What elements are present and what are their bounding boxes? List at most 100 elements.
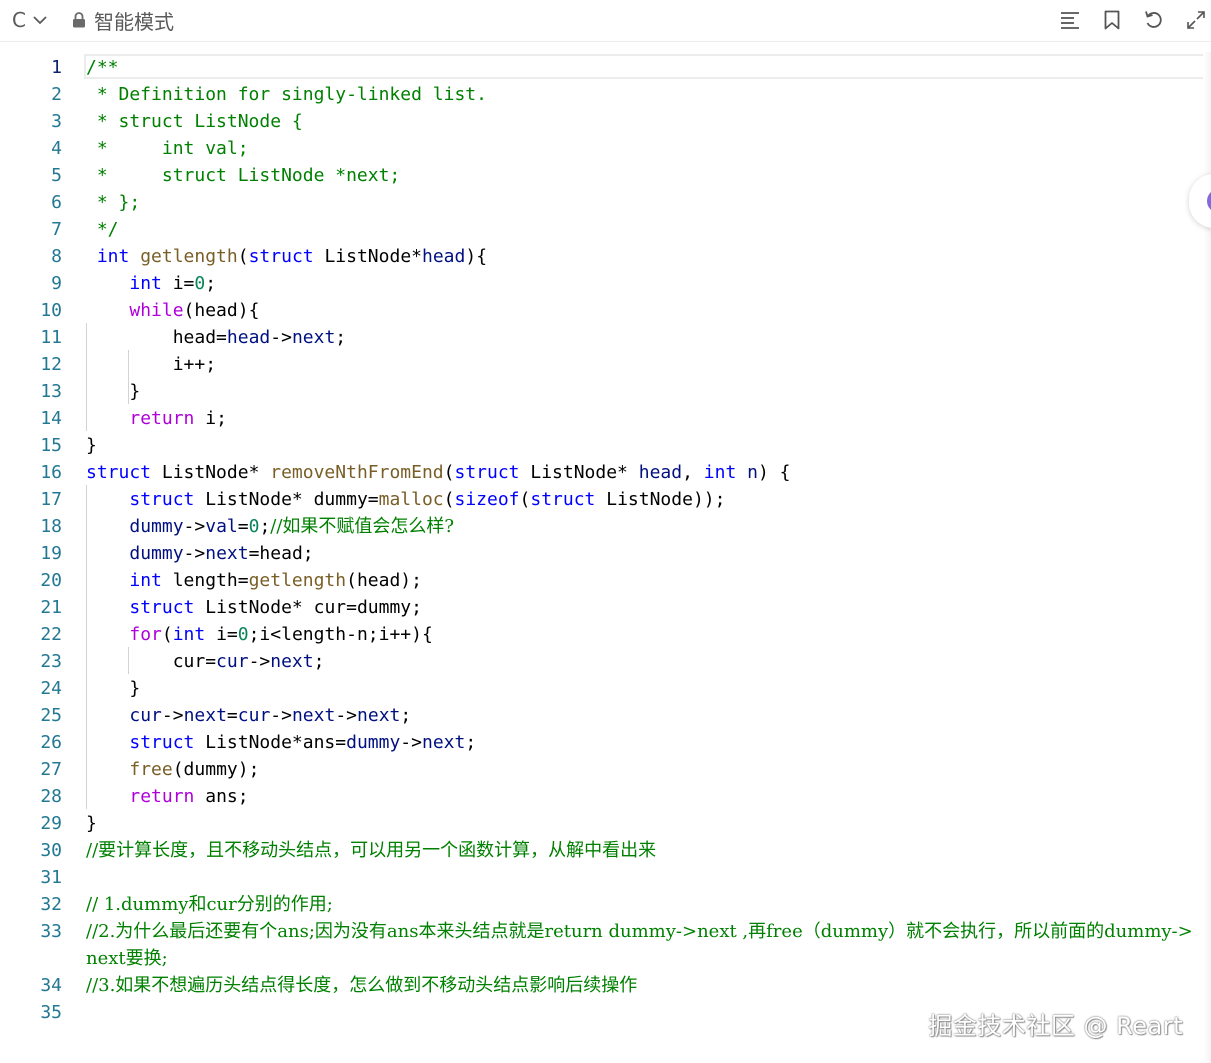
assistant-icon <box>1207 189 1211 213</box>
keyword-token: int <box>96 246 130 267</box>
expand-icon[interactable] <box>1185 9 1207 31</box>
toolbar-left: C 智能模式 <box>12 0 174 40</box>
keyword-token: int <box>703 462 737 483</box>
code-line: * }; <box>86 189 1204 216</box>
code-token: ( <box>237 246 249 267</box>
watermark: 掘金技术社区 @ Reart <box>928 1012 1183 1040</box>
code-token: ListNode* dummy= <box>194 489 379 510</box>
line-number: 5 <box>51 165 62 186</box>
code-token: cur= <box>86 651 217 672</box>
editor-toolbar: C 智能模式 <box>0 0 1211 42</box>
code-line: cur=cur->next; <box>86 648 1204 675</box>
line-number: 23 <box>40 651 62 672</box>
code-line: int i=0; <box>86 270 1204 297</box>
variable-token: head <box>422 246 466 267</box>
control-token: return <box>129 408 195 429</box>
code-token: ListNode* <box>313 246 422 267</box>
comment-token: * Definition for singly-linked list. <box>86 84 487 105</box>
variable-token: dummy <box>129 543 184 564</box>
code-line: return ans; <box>86 783 1204 810</box>
code-line: //2.为什么最后还要有个ans;因为没有ans本来头结点就是return du… <box>86 918 1204 972</box>
code-token: = <box>226 705 238 726</box>
line-number: 32 <box>40 894 62 915</box>
code-token: ListNode* <box>151 462 271 483</box>
code-token: (dummy); <box>172 759 260 780</box>
code-token: ans; <box>194 786 249 807</box>
variable-token: cur <box>216 651 249 672</box>
reset-icon[interactable] <box>1143 9 1165 31</box>
line-number: 21 <box>40 597 62 618</box>
code-token: , <box>682 462 704 483</box>
code-token: (head){ <box>183 300 260 321</box>
keyword-token: int <box>172 624 206 645</box>
control-token: return <box>129 786 195 807</box>
code-line: struct ListNode*ans=dummy->next; <box>86 729 1204 756</box>
line-number: 29 <box>40 813 62 834</box>
line-number: 8 <box>51 246 62 267</box>
code-editor[interactable]: 1 2 3 4 5 6 7 8 9 10 11 12 13 14 15 16 1… <box>0 52 1211 1063</box>
code-token: ; <box>259 516 271 537</box>
line-number: 2 <box>51 84 62 105</box>
code-line: * struct ListNode { <box>86 108 1204 135</box>
format-icon[interactable] <box>1059 9 1081 31</box>
line-number: 35 <box>40 1002 62 1023</box>
code-line: //要计算长度，且不移动头结点，可以用另一个函数计算，从解中看出来 <box>86 837 1204 864</box>
comment-token: //要计算长度，且不移动头结点，可以用另一个函数计算，从解中看出来 <box>86 840 657 861</box>
code-line: for(int i=0;i<length-n;i++){ <box>86 621 1204 648</box>
code-line: /** <box>86 54 1204 81</box>
line-number: 31 <box>40 867 62 888</box>
language-selector[interactable]: C <box>12 8 48 32</box>
number-token: 0 <box>194 273 206 294</box>
code-line: struct ListNode* dummy=malloc(sizeof(str… <box>86 486 1204 513</box>
code-line: cur->next=cur->next->next; <box>86 702 1204 729</box>
line-number: 34 <box>40 975 62 996</box>
variable-token: val <box>205 516 238 537</box>
code-token: i; <box>194 408 227 429</box>
code-line: } <box>86 675 1204 702</box>
code-token: ) { <box>757 462 791 483</box>
line-number: 9 <box>51 273 62 294</box>
code-line: head=head->next; <box>86 324 1204 351</box>
line-number: 22 <box>40 624 62 645</box>
comment-token: * struct ListNode { <box>86 111 303 132</box>
code-token: ( <box>443 462 455 483</box>
mode-label[interactable]: 智能模式 <box>94 6 174 35</box>
code-token: i= <box>161 273 195 294</box>
code-line: i++; <box>86 351 1204 378</box>
code-token: i= <box>205 624 238 645</box>
code-token: -> <box>400 732 422 753</box>
code-line: struct ListNode* cur=dummy; <box>86 594 1204 621</box>
code-token: ListNode*ans= <box>194 732 347 753</box>
variable-token: next <box>291 705 336 726</box>
bookmark-icon[interactable] <box>1101 9 1123 31</box>
line-number: 26 <box>40 732 62 753</box>
code-token: -> <box>248 651 271 672</box>
line-number: 10 <box>40 300 62 321</box>
comment-token: // 1.dummy和cur分别的作用; <box>86 894 333 915</box>
code-token: -> <box>270 705 292 726</box>
code-token: ListNode)); <box>595 489 726 510</box>
line-number: 1 <box>51 57 62 78</box>
variable-token: cur <box>237 705 271 726</box>
line-number-text: 33 <box>40 921 62 942</box>
code-line: } <box>86 432 1204 459</box>
keyword-token: struct <box>129 597 195 618</box>
code-token: (head); <box>346 570 422 591</box>
line-number: 7 <box>51 219 62 240</box>
code-token: } <box>86 435 97 456</box>
number-token: 0 <box>237 624 249 645</box>
code-content[interactable]: /** * Definition for singly-linked list.… <box>86 54 1204 1026</box>
function-token: getlength <box>140 246 238 267</box>
code-line: * struct ListNode *next; <box>86 162 1204 189</box>
line-number: 3 <box>51 111 62 132</box>
function-token: removeNthFromEnd <box>270 462 444 483</box>
comment-token: * }; <box>86 192 141 213</box>
